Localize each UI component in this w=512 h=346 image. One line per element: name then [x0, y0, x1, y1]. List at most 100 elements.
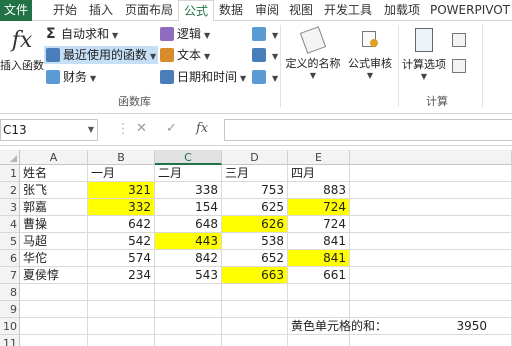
cell-e11[interactable]	[288, 335, 350, 346]
worksheet-grid[interactable]: A B C D E 1 姓名 一月 二月 三月 四月 2 张飞 321 338 753 883 3 郭嘉 332 154…	[0, 150, 512, 346]
cell-b3[interactable]: 332	[88, 199, 155, 216]
cell-a10[interactable]	[20, 318, 88, 335]
cell-a2[interactable]: 张飞	[20, 182, 88, 199]
calculate-now-button[interactable]	[452, 31, 469, 49]
cell-d9[interactable]	[222, 301, 288, 318]
cell-e8[interactable]	[288, 284, 350, 301]
cell-blank[interactable]	[350, 250, 512, 267]
tab-item[interactable]: 加载项	[381, 0, 423, 21]
cell-blank[interactable]	[350, 216, 512, 233]
cell-c5[interactable]: 443	[155, 233, 222, 250]
cell-e4[interactable]: 724	[288, 216, 350, 233]
cell-c3[interactable]: 154	[155, 199, 222, 216]
cell-e6[interactable]: 841	[288, 250, 350, 267]
tab-item[interactable]: 数据	[216, 0, 246, 21]
cell-a11[interactable]	[20, 335, 88, 346]
cell-blank[interactable]	[350, 284, 512, 301]
cell-c2[interactable]: 338	[155, 182, 222, 199]
cell-blank[interactable]	[350, 267, 512, 284]
cell-c11[interactable]	[155, 335, 222, 346]
cell-c7[interactable]: 543	[155, 267, 222, 284]
tab-file[interactable]: 文件	[0, 0, 32, 21]
tab-item[interactable]: 开始	[50, 0, 80, 21]
cell-e5[interactable]: 841	[288, 233, 350, 250]
text-functions-button[interactable]: 文本 ▼	[160, 46, 210, 64]
row-header[interactable]: 10	[0, 318, 20, 335]
select-all-corner[interactable]	[0, 150, 20, 165]
cell-d11[interactable]	[222, 335, 288, 346]
tab-item[interactable]: POWERPIVOT	[428, 0, 512, 21]
cell-blank[interactable]	[350, 335, 512, 346]
cell-blank[interactable]	[350, 165, 512, 182]
insert-function-icon[interactable]: fx	[196, 121, 208, 136]
cell-d10[interactable]	[222, 318, 288, 335]
insert-function-button[interactable]: fx 插入函数	[0, 27, 44, 73]
cell-d2[interactable]: 753	[222, 182, 288, 199]
tab-item[interactable]: 插入	[86, 0, 116, 21]
tab-item[interactable]: 审阅	[252, 0, 282, 21]
cell-c8[interactable]	[155, 284, 222, 301]
row-header[interactable]: 5	[0, 233, 20, 250]
cancel-icon[interactable]: ✕	[136, 121, 147, 136]
formula-input[interactable]	[224, 119, 512, 141]
cell-e7[interactable]: 661	[288, 267, 350, 284]
cell-b4[interactable]: 642	[88, 216, 155, 233]
more-functions-button[interactable]: ▼	[252, 68, 278, 86]
column-header-a[interactable]: A	[20, 150, 88, 165]
row-header[interactable]: 4	[0, 216, 20, 233]
tab-item[interactable]: 公式	[178, 0, 214, 22]
chevron-down-icon[interactable]: ▼	[88, 120, 94, 140]
cell-d5[interactable]: 538	[222, 233, 288, 250]
tab-item[interactable]: 开发工具	[320, 0, 376, 21]
row-header[interactable]: 1	[0, 165, 20, 182]
cell-e1[interactable]: 四月	[288, 165, 350, 182]
row-header[interactable]: 9	[0, 301, 20, 318]
lookup-functions-button[interactable]: ▼	[252, 25, 278, 43]
cell-blank[interactable]	[350, 199, 512, 216]
row-header[interactable]: 11	[0, 335, 20, 346]
cell-d7[interactable]: 663	[222, 267, 288, 284]
defined-names-button[interactable]: 定义的名称 ▼	[284, 26, 342, 80]
cell-e2[interactable]: 883	[288, 182, 350, 199]
cell-a5[interactable]: 马超	[20, 233, 88, 250]
cell-blank[interactable]	[350, 233, 512, 250]
financial-functions-button[interactable]: 财务 ▼	[46, 68, 96, 86]
cell-b9[interactable]	[88, 301, 155, 318]
logical-functions-button[interactable]: 逻辑 ▼	[160, 25, 210, 43]
row-header[interactable]: 8	[0, 284, 20, 301]
cell-c10[interactable]	[155, 318, 222, 335]
column-header-c[interactable]: C	[155, 150, 222, 165]
row-header[interactable]: 7	[0, 267, 20, 284]
autosum-button[interactable]: Σ 自动求和 ▼	[46, 25, 118, 43]
cell-b11[interactable]	[88, 335, 155, 346]
cell-a3[interactable]: 郭嘉	[20, 199, 88, 216]
cell-d8[interactable]	[222, 284, 288, 301]
row-header[interactable]: 6	[0, 250, 20, 267]
row-header[interactable]: 2	[0, 182, 20, 199]
tab-item[interactable]: 页面布局	[121, 0, 177, 21]
column-header-blank[interactable]	[350, 150, 512, 165]
column-header-d[interactable]: D	[222, 150, 288, 165]
cell-e9[interactable]	[288, 301, 350, 318]
cell-blank[interactable]	[350, 182, 512, 199]
datetime-functions-button[interactable]: 日期和时间 ▼	[160, 68, 246, 86]
cell-blank[interactable]	[350, 301, 512, 318]
tab-item[interactable]: 视图	[286, 0, 316, 21]
cell-c6[interactable]: 842	[155, 250, 222, 267]
cell-b5[interactable]: 542	[88, 233, 155, 250]
cell-b10[interactable]	[88, 318, 155, 335]
calculate-sheet-button[interactable]	[452, 57, 469, 75]
recently-used-functions-button[interactable]: 最近使用的函数 ▼	[44, 46, 159, 64]
cell-b1[interactable]: 一月	[88, 165, 155, 182]
column-header-e[interactable]: E	[288, 150, 350, 165]
cell-d6[interactable]: 652	[222, 250, 288, 267]
cell-d3[interactable]: 625	[222, 199, 288, 216]
cell-b8[interactable]	[88, 284, 155, 301]
cell-e3[interactable]: 724	[288, 199, 350, 216]
cell-d4[interactable]: 626	[222, 216, 288, 233]
cell-a6[interactable]: 华佗	[20, 250, 88, 267]
calculation-options-button[interactable]: 计算选项 ▼	[400, 27, 448, 81]
enter-icon[interactable]: ✓	[166, 121, 177, 136]
cell-a9[interactable]	[20, 301, 88, 318]
cell-b7[interactable]: 234	[88, 267, 155, 284]
